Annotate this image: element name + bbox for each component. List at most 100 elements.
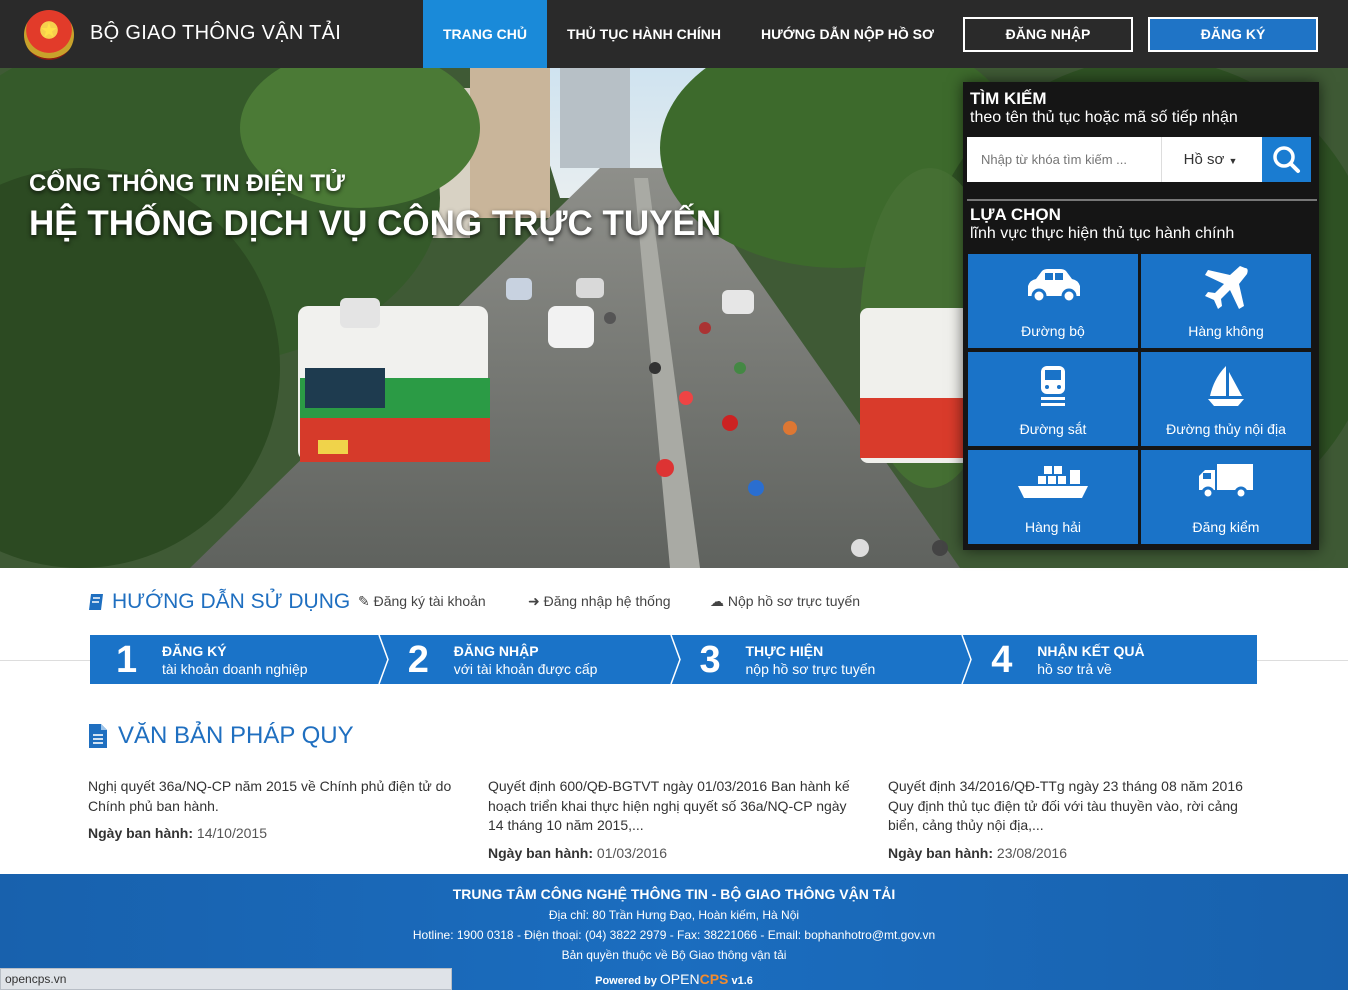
logo-cps: CPS bbox=[699, 971, 729, 987]
footer-copyright: Bản quyền thuộc về Bộ Giao thông vận tải bbox=[561, 948, 787, 962]
category-road[interactable]: Đường bộ bbox=[968, 254, 1138, 348]
national-emblem-logo[interactable]: ★ bbox=[24, 10, 74, 60]
truck-icon bbox=[1199, 464, 1253, 500]
caret-down-icon: ▼ bbox=[1228, 156, 1238, 166]
guide-link-label: Nộp hồ sơ trực tuyến bbox=[727, 593, 861, 609]
cloud-upload-icon: ☁ bbox=[710, 593, 724, 609]
document-item[interactable]: Quyết định 34/2016/QĐ-TTg ngày 23 tháng … bbox=[888, 777, 1258, 863]
step-title: THỰC HIỆN bbox=[745, 643, 824, 659]
sailboat-icon bbox=[1208, 366, 1244, 406]
step-description: với tài khoản được cấp bbox=[453, 661, 598, 677]
documents-title: VĂN BẢN PHÁP QUY bbox=[118, 722, 354, 749]
guide-link-register[interactable]: ✎ Đăng ký tài khoản bbox=[358, 593, 486, 610]
footer-contact: Hotline: 1900 0318 - Điện thoại: (04) 38… bbox=[412, 928, 936, 942]
category-railway[interactable]: Đường sắt bbox=[968, 352, 1138, 446]
category-aviation[interactable]: Hàng không bbox=[1141, 254, 1311, 348]
train-icon bbox=[1041, 366, 1065, 406]
nav-procedures[interactable]: THỦ TỤC HÀNH CHÍNH bbox=[547, 0, 741, 68]
categories-heading: LỰA CHỌN bbox=[970, 205, 1061, 224]
hero-subtitle: CỔNG THÔNG TIN ĐIỆN TỬ bbox=[29, 170, 345, 197]
document-title[interactable]: Quyết định 34/2016/QĐ-TTg ngày 23 tháng … bbox=[888, 777, 1258, 836]
register-button[interactable]: ĐĂNG KÝ bbox=[1148, 17, 1318, 52]
main-nav: TRANG CHỦ THỦ TỤC HÀNH CHÍNH HƯỚNG DẪN N… bbox=[423, 0, 954, 68]
guide-link-label: Đăng ký tài khoản bbox=[373, 593, 486, 609]
step-number: 3 bbox=[699, 639, 721, 681]
step-3[interactable]: 3 THỰC HIỆN nộp hồ sơ trực tuyến bbox=[673, 635, 973, 684]
step-1[interactable]: 1 ĐĂNG KÝ tài khoản doanh nghiệp bbox=[90, 635, 389, 684]
guide-steps: 1 ĐĂNG KÝ tài khoản doanh nghiệp 2 ĐĂNG … bbox=[90, 635, 1257, 684]
document-date: Ngày ban hành: 14/10/2015 bbox=[88, 824, 458, 844]
login-button[interactable]: ĐĂNG NHẬP bbox=[963, 17, 1133, 52]
search-type-label: Hồ sơ bbox=[1183, 151, 1225, 168]
step-number: 1 bbox=[116, 639, 138, 681]
guide-link-submit[interactable]: ☁ Nộp hồ sơ trực tuyến bbox=[710, 593, 860, 610]
nav-submission-guide[interactable]: HƯỚNG DẪN NỘP HỒ SƠ bbox=[741, 0, 954, 68]
airplane-icon bbox=[1205, 266, 1248, 309]
category-inspection[interactable]: Đăng kiểm bbox=[1141, 450, 1311, 544]
documents-section-header: VĂN BẢN PHÁP QUY bbox=[88, 722, 354, 750]
opencps-logo: OPENCPS bbox=[660, 971, 728, 987]
step-title: NHẬN KẾT QUẢ bbox=[1037, 643, 1145, 659]
panel-divider bbox=[967, 199, 1317, 201]
step-description: tài khoản doanh nghiệp bbox=[162, 661, 308, 677]
search-icon bbox=[1273, 146, 1300, 173]
footer-org: TRUNG TÂM CÔNG NGHỆ THÔNG TIN - BỘ GIAO … bbox=[452, 886, 896, 902]
step-4[interactable]: 4 NHẬN KẾT QUẢ hồ sơ trả về bbox=[965, 635, 1257, 684]
search-input[interactable] bbox=[967, 137, 1161, 182]
category-label: Hàng hải bbox=[1024, 519, 1082, 535]
edit-icon: ✎ bbox=[358, 593, 370, 609]
category-label: Đăng kiểm bbox=[1192, 519, 1260, 535]
search-box: Hồ sơ ▼ bbox=[967, 137, 1311, 182]
logo-open: OPEN bbox=[659, 971, 700, 987]
document-title[interactable]: Quyết định 600/QĐ-BGTVT ngày 01/03/2016 … bbox=[488, 777, 858, 836]
site-brand[interactable]: BỘ GIAO THÔNG VẬN TẢI bbox=[90, 22, 341, 45]
date-label: Ngày ban hành: bbox=[888, 844, 994, 861]
step-title: ĐĂNG KÝ bbox=[162, 643, 227, 659]
date-label: Ngày ban hành: bbox=[88, 825, 194, 841]
document-date: Ngày ban hành: 01/03/2016 bbox=[488, 844, 858, 864]
step-description: nộp hồ sơ trực tuyến bbox=[745, 661, 876, 677]
chevron-right-icon bbox=[669, 635, 681, 684]
document-title[interactable]: Nghị quyết 36a/NQ-CP năm 2015 về Chính p… bbox=[88, 777, 458, 816]
category-label: Đường sắt bbox=[1019, 421, 1087, 437]
category-label: Hàng không bbox=[1188, 323, 1264, 339]
category-label: Đường bộ bbox=[1021, 323, 1085, 339]
search-type-select[interactable]: Hồ sơ ▼ bbox=[1161, 137, 1259, 182]
version-label: v1.6 bbox=[731, 975, 753, 987]
category-inland-waterway[interactable]: Đường thủy nội địa bbox=[1141, 352, 1311, 446]
guide-section-header: HƯỚNG DẪN SỬ DỤNG bbox=[88, 590, 350, 614]
date-label: Ngày ban hành: bbox=[488, 844, 594, 861]
search-subheading: theo tên thủ tục hoặc mã số tiếp nhận bbox=[970, 109, 1238, 126]
search-button[interactable] bbox=[1262, 137, 1311, 182]
category-maritime[interactable]: Hàng hải bbox=[968, 450, 1138, 544]
document-item[interactable]: Nghị quyết 36a/NQ-CP năm 2015 về Chính p… bbox=[88, 777, 458, 844]
top-navigation-bar: ★ BỘ GIAO THÔNG VẬN TẢI TRANG CHỦ THỦ TỤ… bbox=[0, 0, 1348, 68]
step-number: 2 bbox=[407, 639, 429, 681]
document-icon bbox=[89, 724, 107, 748]
car-icon bbox=[1028, 269, 1080, 304]
document-date: Ngày ban hành: 23/08/2016 bbox=[888, 844, 1258, 864]
sign-in-icon: ➜ bbox=[528, 593, 540, 609]
step-number: 4 bbox=[991, 639, 1013, 681]
search-heading: TÌM KIẾM bbox=[970, 89, 1047, 108]
chevron-right-icon bbox=[378, 635, 389, 684]
date-value: 01/03/2016 bbox=[596, 844, 667, 861]
hero-title: HỆ THỐNG DỊCH VỤ CÔNG TRỰC TUYẾN bbox=[29, 204, 722, 243]
search-panel: TÌM KIẾM theo tên thủ tục hoặc mã số tiế… bbox=[963, 82, 1319, 550]
document-item[interactable]: Quyết định 600/QĐ-BGTVT ngày 01/03/2016 … bbox=[488, 777, 858, 863]
date-value: 14/10/2015 bbox=[196, 825, 267, 841]
footer-address: Địa chỉ: 80 Trần Hưng Đạo, Hoàn kiếm, Hà… bbox=[548, 908, 800, 922]
browser-status-bar: opencps.vn bbox=[0, 968, 452, 990]
nav-home[interactable]: TRANG CHỦ bbox=[423, 0, 547, 68]
step-title: ĐĂNG NHẬP bbox=[453, 643, 539, 659]
categories-subheading: lĩnh vực thực hiện thủ tục hành chính bbox=[970, 225, 1235, 242]
guide-link-login[interactable]: ➜ Đăng nhập hệ thống bbox=[528, 593, 671, 610]
star-icon: ★ bbox=[40, 20, 58, 42]
chevron-right-icon bbox=[961, 635, 973, 684]
category-grid: Đường bộ Hàng không Đường sắt Đường thủy… bbox=[968, 254, 1314, 544]
step-2[interactable]: 2 ĐĂNG NHẬP với tài khoản được cấp bbox=[381, 635, 681, 684]
guide-link-label: Đăng nhập hệ thống bbox=[543, 593, 671, 609]
guide-title: HƯỚNG DẪN SỬ DỤNG bbox=[112, 590, 351, 613]
cargo-ship-icon bbox=[1018, 466, 1088, 498]
book-icon bbox=[89, 594, 103, 610]
